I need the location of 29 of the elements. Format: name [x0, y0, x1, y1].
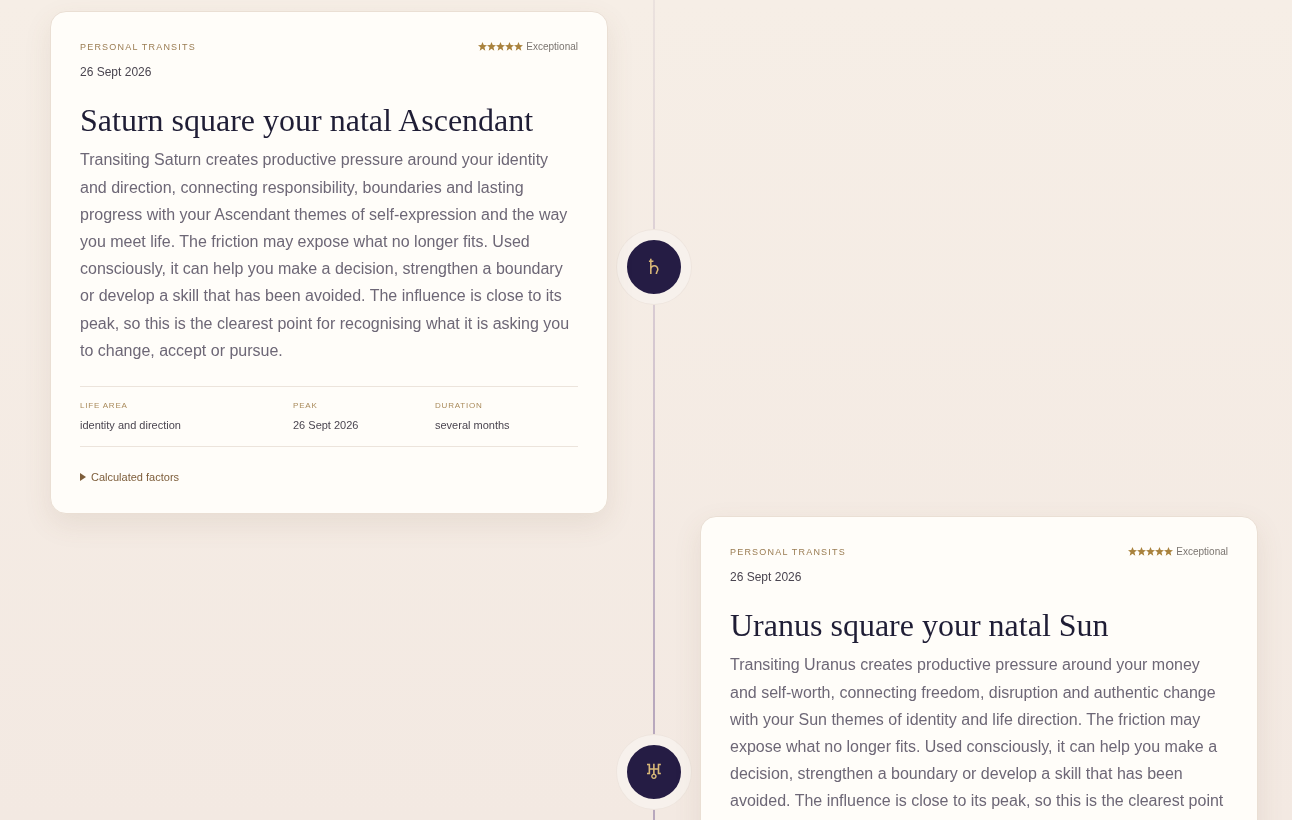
- planet-symbol: ♄: [644, 256, 664, 278]
- star-icon: [1128, 547, 1138, 556]
- meta-value: several months: [435, 419, 511, 431]
- star-icon: [478, 42, 488, 51]
- rating-label: Exceptional: [1176, 546, 1228, 557]
- transit-date: 26 Sept 2026: [730, 570, 803, 584]
- star-icon: [514, 42, 524, 51]
- transit-description: Transiting Uranus creates productive pressure around your money and self-worth, connecting freedom, disruption and authentic change with your Sun themes of identity and life direction. The friction may expose what no longer fits. Used consciously, it can help you make a decision, strengthen a boundary or develop a skill that has been avoided. The influence is close to its peak, so this is the clearest point: [730, 655, 1225, 812]
- meta-value: identity and direction: [80, 419, 182, 431]
- star-icon: [1155, 547, 1165, 556]
- transit-title: Saturn square your natal Ascendant: [80, 101, 535, 140]
- star-icon: [505, 42, 515, 51]
- transit-title: Uranus square your natal Sun: [730, 606, 1110, 645]
- meta-label: DURATION: [435, 401, 484, 410]
- star-icon: [496, 42, 506, 51]
- transit-date: 26 Sept 2026: [80, 65, 153, 79]
- planet-symbol: ♅: [644, 761, 664, 783]
- category-label: PERSONAL TRANSITS: [80, 41, 196, 52]
- meta-label: LIFE AREA: [80, 401, 129, 410]
- category-label: PERSONAL TRANSITS: [730, 546, 846, 557]
- star-icon: [1137, 547, 1147, 556]
- star-icon: [1164, 547, 1174, 556]
- meta-label: PEAK: [293, 401, 319, 410]
- calculated-factors-toggle[interactable]: Calculated factors: [80, 471, 180, 483]
- rating-label: Exceptional: [526, 41, 578, 52]
- star-icon: [1146, 547, 1156, 556]
- transit-description: Transiting Saturn creates productive pressure around your identity and direction, connecting responsibility, boundaries and lasting progress with your Ascendant themes of self-expression and the way you meet life. The friction may expose what no longer fits. Used consciously, it can help you make a decision, strengthen a boundary or develop a skill that has been avoided. The influence is close to its peak, so this is the clearest point for recognising what it is asking you to change, accept or pursue.: [80, 150, 571, 361]
- meta-value: 26 Sept 2026: [293, 419, 360, 431]
- star-icon: [487, 42, 497, 51]
